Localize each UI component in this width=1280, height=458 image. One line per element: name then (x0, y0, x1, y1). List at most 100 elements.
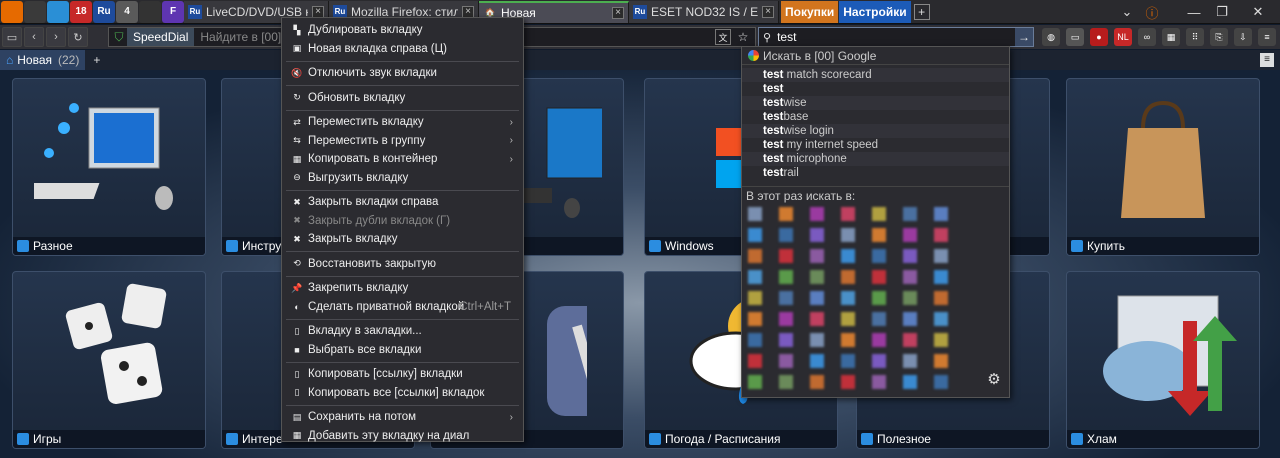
reader-extension-icon[interactable]: ▭ (1066, 28, 1084, 46)
search-engine-icon[interactable] (934, 270, 948, 284)
adblock-extension-icon[interactable]: ● (1090, 28, 1108, 46)
search-engine-icon[interactable] (934, 354, 948, 368)
menu-item[interactable]: ▯ Вкладку в закладки... (282, 322, 523, 341)
buy-button[interactable]: Покупки (781, 0, 839, 23)
search-input[interactable]: test (777, 30, 1015, 44)
search-engine-icon[interactable] (810, 291, 824, 305)
menu-item[interactable]: ✖ Закрыть вкладки справа (282, 193, 523, 212)
search-engine-icon[interactable] (903, 312, 917, 326)
pinned-tab[interactable]: F (162, 0, 184, 23)
search-engine-icon[interactable] (841, 333, 855, 347)
search-engine-icon[interactable] (810, 207, 824, 221)
tile-misc[interactable]: Разное (12, 78, 206, 256)
pinned-tab[interactable]: 18 (70, 0, 92, 23)
search-engine-icon[interactable] (872, 249, 886, 263)
search-engine-icon[interactable] (841, 207, 855, 221)
menu-item[interactable]: ▚ Дублировать вкладку (282, 21, 523, 40)
search-go-icon[interactable]: → (1015, 28, 1033, 46)
search-engine-icon[interactable] (841, 270, 855, 284)
close-window-button[interactable]: ✕ (1236, 0, 1280, 24)
menu-item[interactable]: ▯ Копировать все [ссылки] вкладок (282, 384, 523, 403)
search-engine-icon[interactable] (810, 375, 824, 389)
search-engine-icon[interactable] (748, 291, 762, 305)
tab-close-icon[interactable]: × (312, 5, 324, 18)
search-engine-icon[interactable] (810, 270, 824, 284)
search-engine-icon[interactable] (779, 207, 793, 221)
tab-close-icon[interactable]: × (462, 5, 474, 18)
menu-item[interactable]: ⇄ Переместить вкладку › (282, 113, 523, 132)
pinned-tab[interactable]: Ru (93, 0, 115, 23)
pinned-tab[interactable]: 4 (116, 0, 138, 23)
search-engine-icon[interactable] (841, 312, 855, 326)
grid-extension-icon[interactable]: ▦ (1162, 28, 1180, 46)
bookmark-star-icon[interactable]: ☆ (735, 29, 751, 45)
privacy-extension-icon[interactable]: ◍ (1042, 28, 1060, 46)
search-engine-icon[interactable] (903, 354, 917, 368)
search-engine-icon[interactable] (934, 249, 948, 263)
search-engine-icon[interactable] (779, 291, 793, 305)
search-engine-icon[interactable] (872, 333, 886, 347)
glasses-extension-icon[interactable]: ∞ (1138, 28, 1156, 46)
search-engine-icon[interactable] (841, 375, 855, 389)
search-engine-icon[interactable] (748, 228, 762, 242)
tile-games[interactable]: Игры (12, 271, 206, 449)
search-engine-icon[interactable] (934, 228, 948, 242)
menu-item[interactable]: 🔇 Отключить звук вкладки (282, 64, 523, 83)
search-engine-icon[interactable] (934, 291, 948, 305)
search-engine-icon[interactable] (779, 270, 793, 284)
menu-item[interactable]: ⊖ Выгрузить вкладку (282, 169, 523, 188)
download-icon[interactable]: ⇩ (1234, 28, 1252, 46)
menu-item[interactable]: ⟲ Восстановить закрытую (282, 255, 523, 274)
forward-button[interactable]: › (46, 27, 66, 47)
suggestion-item[interactable]: test microphone (742, 152, 1009, 166)
search-engine-icon[interactable] (841, 228, 855, 242)
apps-extension-icon[interactable]: ⠿ (1186, 28, 1204, 46)
menu-item[interactable]: ✖ Закрыть дубли вкладок (Г) (282, 212, 523, 231)
menu-item[interactable]: ■ Выбрать все вкладки (282, 341, 523, 360)
search-engine-icon[interactable] (779, 228, 793, 242)
menu-item[interactable]: ▯ Копировать [ссылку] вкладки (282, 365, 523, 384)
search-engine-icon[interactable] (810, 354, 824, 368)
new-tab-button[interactable]: + (913, 3, 930, 20)
search-engine-icon[interactable] (748, 312, 762, 326)
info-icon[interactable]: ⓘ (1142, 0, 1162, 24)
search-engine-icon[interactable] (779, 333, 793, 347)
suggestion-item[interactable]: testwise login (742, 124, 1009, 138)
menu-item[interactable]: ▤ Сохранить на потом › (282, 408, 523, 427)
search-engine-icon[interactable] (872, 270, 886, 284)
search-engine-icon[interactable] (779, 249, 793, 263)
pinned-tab[interactable] (139, 0, 161, 23)
menu-item[interactable]: ⇆ Переместить в группу › (282, 132, 523, 151)
menu-item[interactable]: ◐ Сделать приватной вкладкой Ctrl+Alt+T (282, 298, 523, 317)
nl-extension-icon[interactable]: NL (1114, 28, 1132, 46)
speeddial-chip[interactable]: SpeedDial (127, 28, 195, 46)
search-bar[interactable]: ⚲ test → (758, 27, 1034, 47)
search-engine-icon[interactable] (841, 291, 855, 305)
translate-icon[interactable]: 文 (715, 29, 731, 45)
search-engine-icon[interactable] (934, 207, 948, 221)
suggestion-item[interactable]: testwise (742, 96, 1009, 110)
menu-item[interactable]: 📌 Закрепить вкладку (282, 279, 523, 298)
menu-item[interactable]: ▦ Копировать в контейнер › (282, 150, 523, 169)
search-engine-icon[interactable] (903, 375, 917, 389)
menu-item[interactable]: ▣ Новая вкладка справа (Ц) (282, 40, 523, 59)
sidebar-icon[interactable]: ▭ (2, 27, 22, 47)
settings-button[interactable]: Настройки (839, 0, 911, 23)
search-engine-icon[interactable] (872, 207, 886, 221)
search-engine-icon[interactable] (841, 249, 855, 263)
copy-extension-icon[interactable]: ⎘ (1210, 28, 1228, 46)
search-engine-icon[interactable] (810, 228, 824, 242)
search-engine-icon[interactable] (779, 354, 793, 368)
suggestion-item[interactable]: testrail (742, 166, 1009, 180)
search-engine-icon[interactable] (748, 375, 762, 389)
search-engine-icon[interactable] (748, 333, 762, 347)
search-engine-icon[interactable] (872, 228, 886, 242)
pinned-tab[interactable] (47, 0, 69, 23)
menu-item[interactable]: ✖ Закрыть вкладку (282, 230, 523, 249)
search-engine-icon[interactable] (872, 291, 886, 305)
tab-close-icon[interactable]: × (612, 6, 624, 19)
tab-close-icon[interactable]: × (762, 5, 774, 18)
search-engine-icon[interactable] (903, 270, 917, 284)
back-button[interactable]: ‹ (24, 27, 44, 47)
search-engine-icon[interactable] (934, 312, 948, 326)
